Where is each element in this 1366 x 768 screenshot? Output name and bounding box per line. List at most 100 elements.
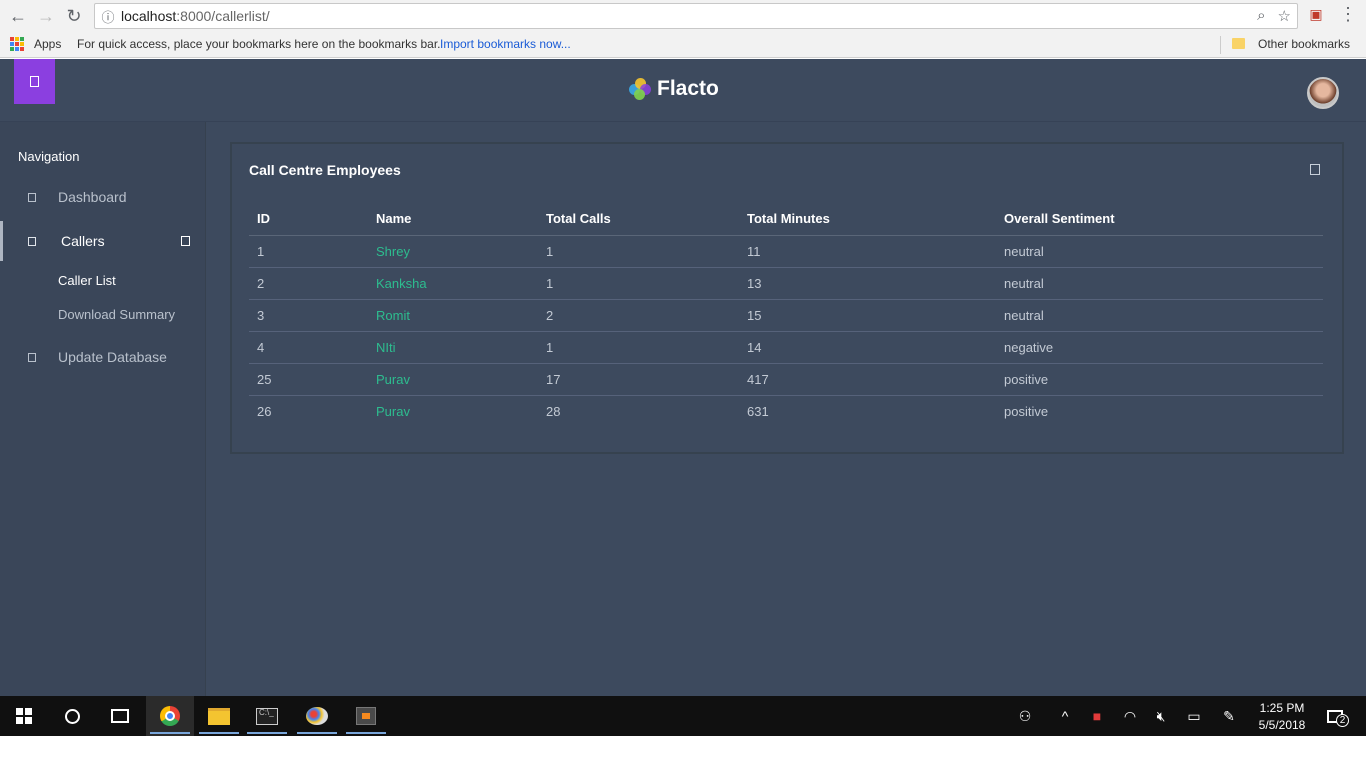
- taskbar-terminal-icon[interactable]: C:\_: [243, 696, 291, 736]
- taskbar-chrome-icon[interactable]: [146, 696, 194, 736]
- menu-icon: [30, 76, 39, 87]
- screen-bottom-margin: [0, 736, 1366, 768]
- cell-id: 25: [249, 363, 368, 396]
- cell-total-minutes: 14: [739, 331, 996, 364]
- cell-sentiment: negative: [996, 331, 1323, 364]
- cell-sentiment: neutral: [996, 299, 1323, 332]
- cell-sentiment: positive: [996, 363, 1323, 396]
- column-header-total-calls: Total Calls: [538, 207, 739, 236]
- caller-name-link[interactable]: Romit: [368, 299, 538, 332]
- cell-total-minutes: 15: [739, 299, 996, 332]
- extension-icon[interactable]: ▣: [1306, 6, 1326, 26]
- sidebar-item-update-database[interactable]: Update Database: [0, 337, 206, 377]
- forward-icon[interactable]: →: [34, 4, 58, 28]
- pen-icon[interactable]: ✎: [1216, 696, 1242, 736]
- app-header: Flacto: [0, 59, 1366, 122]
- zoom-icon[interactable]: ⌕: [1257, 7, 1265, 25]
- taskbar-paint-icon[interactable]: [293, 696, 341, 736]
- brand-logo-icon: [629, 78, 651, 100]
- table-row: 3 Romit 2 15 neutral: [249, 299, 1323, 332]
- cell-total-minutes: 13: [739, 267, 996, 300]
- employees-panel: Call Centre Employees ID Name Total Call…: [230, 142, 1344, 454]
- sidebar-item-label: Update Database: [58, 349, 167, 365]
- volume-muted-icon[interactable]: 🔇︎: [1148, 696, 1174, 736]
- brand-name: Flacto: [657, 77, 719, 100]
- sidebar: Navigation Dashboard Callers Caller List…: [0, 122, 206, 696]
- user-avatar[interactable]: [1307, 77, 1339, 109]
- panel-options-icon[interactable]: [1310, 164, 1320, 175]
- caller-name-link[interactable]: Purav: [368, 363, 538, 396]
- info-icon[interactable]: ⓘ: [95, 7, 121, 26]
- brand[interactable]: Flacto: [629, 77, 719, 101]
- table-row: 2 Kanksha 1 13 neutral: [249, 267, 1323, 300]
- table-row: 26 Purav 28 631 positive: [249, 395, 1323, 427]
- app-root: Flacto Navigation Dashboard Callers Call…: [0, 59, 1366, 696]
- cell-sentiment: positive: [1004, 403, 1049, 419]
- bookmarks-divider: [1220, 36, 1221, 54]
- other-bookmarks[interactable]: Other bookmarks: [1258, 37, 1350, 51]
- bookmarks-hint: For quick access, place your bookmarks h…: [77, 37, 441, 51]
- panel-title: Call Centre Employees: [249, 162, 401, 178]
- cell-id: 2: [249, 267, 368, 300]
- callers-icon: [28, 236, 36, 246]
- cell-sentiment: neutral: [996, 267, 1323, 300]
- expand-icon[interactable]: [181, 236, 190, 246]
- bookmark-star-icon[interactable]: ☆: [1278, 7, 1291, 25]
- cell-total-calls: 1: [538, 267, 739, 300]
- cell-total-calls: 28: [546, 403, 561, 419]
- show-hidden-icons[interactable]: ^: [1052, 696, 1078, 736]
- caller-name-link[interactable]: NIti: [368, 331, 538, 364]
- wifi-icon[interactable]: ◠: [1117, 696, 1143, 736]
- notifications-icon[interactable]: 2: [1320, 696, 1350, 736]
- cell-total-calls: 1: [538, 235, 739, 268]
- taskbar-sublime-icon[interactable]: [342, 696, 390, 736]
- chrome-menu-icon[interactable]: ⋮: [1338, 4, 1358, 28]
- bookmarks-bar: Apps For quick access, place your bookma…: [0, 32, 1366, 58]
- sidebar-subitem-download-summary[interactable]: Download Summary: [58, 307, 175, 322]
- notification-badge: 2: [1336, 714, 1349, 727]
- system-clock[interactable]: 1:25 PM 5/5/2018: [1252, 700, 1312, 734]
- cell-total-calls: 1: [538, 331, 739, 364]
- task-view-icon[interactable]: [96, 696, 144, 736]
- cell-id: 26: [257, 403, 272, 419]
- sidebar-subitem-caller-list[interactable]: Caller List: [58, 273, 116, 288]
- people-icon[interactable]: ⚇: [1012, 696, 1038, 736]
- cell-total-calls: 2: [538, 299, 739, 332]
- apps-label: Apps: [34, 37, 62, 51]
- cell-sentiment: neutral: [996, 235, 1323, 268]
- taskbar: C:\_ ⚇ ^ ■ ◠ 🔇︎ ▭ ✎ 1:25 PM 5/5/2018 2: [0, 696, 1366, 736]
- import-bookmarks-link[interactable]: Import bookmarks now...: [440, 37, 571, 51]
- column-header-id: ID: [249, 207, 368, 236]
- column-header-sentiment: Overall Sentiment: [996, 207, 1323, 236]
- sidebar-item-callers[interactable]: Callers: [0, 221, 206, 261]
- clock-date: 5/5/2018: [1258, 718, 1306, 732]
- url-host: localhost: [121, 8, 177, 24]
- caller-name-link[interactable]: Kanksha: [368, 267, 538, 300]
- windows-logo-icon: [16, 708, 32, 724]
- cortana-search-icon[interactable]: [48, 696, 96, 736]
- caller-name-link[interactable]: Shrey: [368, 235, 538, 268]
- table-row: 4 NIti 1 14 negative: [249, 331, 1323, 364]
- apps-shortcut[interactable]: Apps: [10, 37, 61, 51]
- start-button[interactable]: [0, 696, 48, 736]
- url-text: localhost:8000/callerlist/: [121, 8, 270, 24]
- reload-icon[interactable]: ↻: [62, 4, 86, 28]
- battery-icon[interactable]: ▭: [1181, 696, 1207, 736]
- address-bar[interactable]: ⓘ localhost:8000/callerlist/ ⌕ ☆: [94, 3, 1298, 29]
- column-header-total-minutes: Total Minutes: [739, 207, 996, 236]
- table-header-row: ID Name Total Calls Total Minutes Overal…: [249, 207, 1323, 236]
- sidebar-item-dashboard[interactable]: Dashboard: [0, 177, 206, 217]
- cell-total-calls: 17: [538, 363, 739, 396]
- gift-icon[interactable]: ■: [1084, 696, 1110, 736]
- back-icon[interactable]: ←: [6, 4, 30, 28]
- cell-total-minutes: 631: [747, 403, 769, 419]
- caller-name-link[interactable]: Purav: [368, 395, 538, 427]
- cell-id: 1: [249, 235, 368, 268]
- apps-grid-icon: [10, 37, 24, 51]
- nav-heading: Navigation: [18, 149, 80, 164]
- folder-icon: [1232, 38, 1245, 49]
- url-path: :8000/callerlist/: [176, 8, 270, 24]
- taskbar-file-explorer-icon[interactable]: [195, 696, 243, 736]
- employees-table: ID Name Total Calls Total Minutes Overal…: [249, 207, 1323, 427]
- menu-toggle-button[interactable]: [14, 59, 55, 104]
